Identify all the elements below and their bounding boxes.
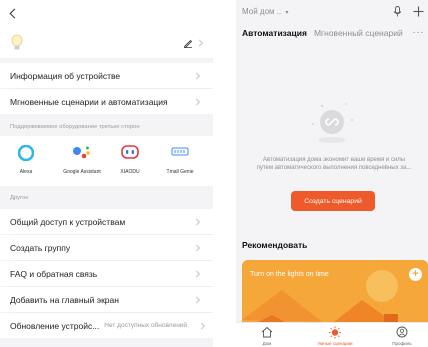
smart-scenes-panel: Мой дом .. ▾ Автоматизация Мгновенный сце…	[236, 0, 428, 347]
share-devices-item[interactable]: Общий доступ к устройствам	[0, 209, 213, 234]
chevron-right-icon	[192, 71, 201, 80]
create-scene-button[interactable]: Создать сценарий	[291, 191, 375, 211]
more-icon[interactable]: ···	[413, 27, 425, 38]
home-selector-label: Мой дом ..	[242, 7, 282, 16]
card-add-button[interactable]: +	[409, 268, 422, 281]
nav-bar	[0, 0, 213, 28]
brand-tmall-genie[interactable]: Tmall Genie	[158, 136, 202, 186]
brand-xiaodu[interactable]: XIAODU	[108, 136, 152, 186]
create-group-item[interactable]: Создать группу	[0, 235, 213, 260]
device-info-item[interactable]: Информация об устройстве	[0, 63, 213, 88]
empty-state-text: Автоматизация дома экономит ваше время и…	[238, 156, 428, 172]
firmware-update-status: Нет доступных обновлений	[104, 322, 188, 329]
tab-home[interactable]: Дом	[242, 323, 292, 347]
tab-profile[interactable]: Профиль	[377, 323, 427, 347]
third-party-section-label: Поддерживаемое оборудование третьих стор…	[10, 124, 140, 130]
tab-profile-label: Профиль	[392, 341, 412, 346]
tab-tap-to-run[interactable]: Мгновенный сценарий	[314, 28, 403, 38]
tab-home-label: Дом	[262, 341, 272, 346]
pencil-icon[interactable]	[183, 38, 193, 48]
empty-state-line-1: Автоматизация дома экономит ваше время и…	[262, 157, 406, 163]
create-group-label: Создать группу	[10, 242, 71, 253]
back-arrow-icon[interactable]	[9, 8, 20, 19]
share-devices-label: Общий доступ к устройствам	[10, 216, 126, 227]
home-icon	[261, 326, 273, 338]
chevron-right-icon	[197, 321, 206, 330]
empty-state-line-2: путем автоматического выполнения повседн…	[256, 165, 412, 171]
tab-smart-scenes-label: Умные сценарии	[317, 341, 353, 346]
brand-name: Alexa	[19, 169, 33, 175]
device-info-label: Информация об устройстве	[10, 70, 121, 81]
bottom-tab-bar: Дом Умные сценарии Профиль	[236, 322, 428, 347]
faq-feedback-item[interactable]: FAQ и обратная связь	[0, 261, 213, 286]
chevron-right-icon	[192, 217, 201, 226]
tab-smart-scenes[interactable]: Умные сценарии	[310, 323, 360, 347]
firmware-update-item[interactable]: Обновление устройс... Нет доступных обно…	[0, 313, 213, 338]
brand-name: Tmall Genie	[166, 169, 194, 175]
brand-alexa[interactable]: Alexa	[4, 136, 48, 186]
xiaodu-icon	[121, 145, 139, 159]
chevron-right-icon	[192, 97, 201, 106]
card-title: Turn on the lights on time	[250, 271, 329, 278]
add-to-home-screen-item[interactable]: Добавить на главный экран	[0, 287, 213, 312]
google-assistant-icon	[73, 146, 90, 159]
add-to-home-screen-label: Добавить на главный экран	[10, 294, 119, 305]
brand-name: XIAODU	[120, 169, 140, 175]
plus-icon[interactable]	[413, 6, 424, 17]
home-selector[interactable]: Мой дом .. ▾	[242, 7, 288, 16]
brand-google-assistant[interactable]: Google Assistant	[60, 136, 104, 186]
other-section-label: Другое	[10, 195, 29, 201]
smart-scene-icon	[329, 326, 341, 339]
third-party-brands: Alexa Google Assistant XIAODU Tmall Geni…	[0, 136, 213, 186]
device-settings-panel: Информация об устройстве Мгновенные сцен…	[0, 0, 213, 347]
caret-down-icon: ▾	[285, 10, 289, 16]
brand-name: Google Assistant	[63, 169, 101, 175]
tmall-genie-icon	[171, 147, 189, 156]
tab-automation[interactable]: Автоматизация	[242, 28, 307, 38]
firmware-update-label: Обновление устройс...	[10, 320, 100, 331]
faq-feedback-label: FAQ и обратная связь	[10, 268, 98, 279]
device-header[interactable]	[0, 28, 213, 58]
scenes-automation-label: Мгновенные сценарии и автоматизация	[10, 96, 168, 107]
app-screenshot: Информация об устройстве Мгновенные сцен…	[0, 0, 428, 347]
light-bulb-icon	[11, 34, 23, 50]
scenes-automation-item[interactable]: Мгновенные сценарии и автоматизация	[0, 89, 213, 114]
recommend-title: Рекомендовать	[242, 240, 308, 250]
microphone-icon[interactable]	[393, 6, 402, 17]
chevron-right-icon	[192, 269, 201, 278]
chevron-right-icon	[195, 39, 204, 47]
profile-icon	[396, 326, 408, 338]
scene-tabs: Автоматизация Мгновенный сценарий	[242, 28, 403, 38]
chevron-right-icon	[192, 243, 201, 252]
alexa-icon	[18, 145, 34, 161]
chevron-right-icon	[192, 295, 201, 304]
automation-loop-icon	[312, 103, 353, 143]
